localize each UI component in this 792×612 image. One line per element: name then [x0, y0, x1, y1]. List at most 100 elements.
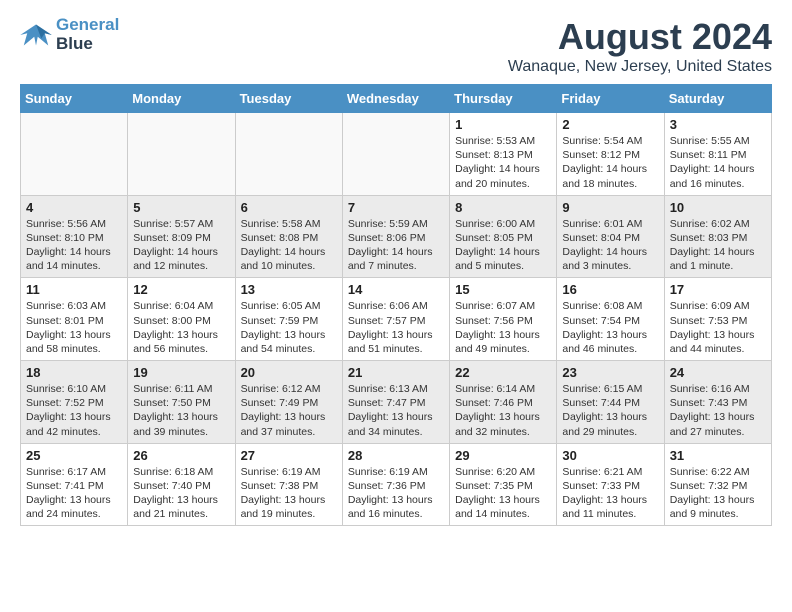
day-number: 11 — [26, 282, 122, 297]
logo-bird-icon — [20, 21, 52, 49]
calendar-row-4: 18 Sunrise: 6:10 AMSunset: 7:52 PMDayligh… — [21, 361, 772, 444]
day-info: Sunrise: 6:10 AMSunset: 7:52 PMDaylight:… — [26, 382, 122, 439]
calendar-cell: 23Sunrise: 6:15 AMSunset: 7:44 PMDayligh… — [557, 361, 664, 444]
day-info: Sunrise: 6:17 AMSunset: 7:41 PMDaylight:… — [26, 465, 122, 522]
day-info: Sunrise: 6:14 AMSunset: 7:46 PMDaylight:… — [455, 382, 551, 439]
day-number: 17 — [670, 282, 766, 297]
day-info: Sunrise: 6:01 AMSunset: 8:04 PMDaylight:… — [562, 217, 658, 274]
calendar-cell: 9Sunrise: 6:01 AMSunset: 8:04 PMDaylight… — [557, 195, 664, 278]
calendar-row-2: 4 Sunrise: 5:56 AMSunset: 8:10 PMDaylight… — [21, 195, 772, 278]
weekday-header-friday: Friday — [557, 85, 664, 113]
day-number: 28 — [348, 448, 444, 463]
day-number: 18 — [26, 365, 122, 380]
calendar-cell: 31 Sunrise: 6:22 AMSunset: 7:32 PMDayligh… — [664, 443, 771, 526]
day-info: Sunrise: 5:53 AMSunset: 8:13 PMDaylight:… — [455, 134, 551, 191]
day-info: Sunrise: 5:56 AMSunset: 8:10 PMDaylight:… — [26, 217, 122, 274]
day-info: Sunrise: 6:16 AMSunset: 7:43 PMDaylight:… — [670, 382, 766, 439]
day-info: Sunrise: 5:58 AMSunset: 8:08 PMDaylight:… — [241, 217, 337, 274]
calendar-cell: 16 Sunrise: 6:08 AMSunset: 7:54 PMDayligh… — [557, 278, 664, 361]
day-number: 5 — [133, 200, 229, 215]
day-number: 14 — [348, 282, 444, 297]
calendar-cell: 2Sunrise: 5:54 AMSunset: 8:12 PMDaylight… — [557, 113, 664, 196]
day-info: Sunrise: 6:13 AMSunset: 7:47 PMDaylight:… — [348, 382, 444, 439]
day-number: 12 — [133, 282, 229, 297]
calendar-cell: 10 Sunrise: 6:02 AMSunset: 8:03 PMDayligh… — [664, 195, 771, 278]
weekday-header-tuesday: Tuesday — [235, 85, 342, 113]
day-number: 13 — [241, 282, 337, 297]
day-info: Sunrise: 6:19 AMSunset: 7:38 PMDaylight:… — [241, 465, 337, 522]
day-info: Sunrise: 6:15 AMSunset: 7:44 PMDaylight:… — [562, 382, 658, 439]
calendar-cell: 27 Sunrise: 6:19 AMSunset: 7:38 PMDayligh… — [235, 443, 342, 526]
calendar-cell: 26Sunrise: 6:18 AMSunset: 7:40 PMDayligh… — [128, 443, 235, 526]
day-number: 10 — [670, 200, 766, 215]
month-title: August 2024 — [508, 16, 772, 58]
calendar-cell: 25 Sunrise: 6:17 AMSunset: 7:41 PMDayligh… — [21, 443, 128, 526]
calendar-row-5: 25 Sunrise: 6:17 AMSunset: 7:41 PMDayligh… — [21, 443, 772, 526]
calendar-cell: 7 Sunrise: 5:59 AMSunset: 8:06 PMDaylight… — [342, 195, 449, 278]
day-number: 8 — [455, 200, 551, 215]
calendar-cell: 30Sunrise: 6:21 AMSunset: 7:33 PMDayligh… — [557, 443, 664, 526]
day-info: Sunrise: 6:08 AMSunset: 7:54 PMDaylight:… — [562, 299, 658, 356]
calendar-cell: 29Sunrise: 6:20 AMSunset: 7:35 PMDayligh… — [450, 443, 557, 526]
calendar-cell: 4 Sunrise: 5:56 AMSunset: 8:10 PMDaylight… — [21, 195, 128, 278]
location-title: Wanaque, New Jersey, United States — [508, 58, 772, 76]
day-info: Sunrise: 6:12 AMSunset: 7:49 PMDaylight:… — [241, 382, 337, 439]
calendar-cell: 24Sunrise: 6:16 AMSunset: 7:43 PMDayligh… — [664, 361, 771, 444]
calendar-cell: 22 Sunrise: 6:14 AMSunset: 7:46 PMDayligh… — [450, 361, 557, 444]
calendar-cell: 6 Sunrise: 5:58 AMSunset: 8:08 PMDaylight… — [235, 195, 342, 278]
calendar-cell — [235, 113, 342, 196]
calendar-row-1: 1 Sunrise: 5:53 AMSunset: 8:13 PMDaylight… — [21, 113, 772, 196]
day-number: 16 — [562, 282, 658, 297]
calendar-cell: 20Sunrise: 6:12 AMSunset: 7:49 PMDayligh… — [235, 361, 342, 444]
day-info: Sunrise: 6:06 AMSunset: 7:57 PMDaylight:… — [348, 299, 444, 356]
day-number: 1 — [455, 117, 551, 132]
weekday-header-monday: Monday — [128, 85, 235, 113]
day-number: 21 — [348, 365, 444, 380]
calendar-cell: 19 Sunrise: 6:11 AMSunset: 7:50 PMDayligh… — [128, 361, 235, 444]
weekday-header-wednesday: Wednesday — [342, 85, 449, 113]
day-number: 7 — [348, 200, 444, 215]
day-info: Sunrise: 5:59 AMSunset: 8:06 PMDaylight:… — [348, 217, 444, 274]
day-info: Sunrise: 6:11 AMSunset: 7:50 PMDaylight:… — [133, 382, 229, 439]
calendar-cell: 13 Sunrise: 6:05 AMSunset: 7:59 PMDayligh… — [235, 278, 342, 361]
logo-line2: Blue — [56, 34, 93, 53]
day-info: Sunrise: 6:20 AMSunset: 7:35 PMDaylight:… — [455, 465, 551, 522]
day-number: 31 — [670, 448, 766, 463]
calendar-cell: 28 Sunrise: 6:19 AMSunset: 7:36 PMDayligh… — [342, 443, 449, 526]
day-info: Sunrise: 5:54 AMSunset: 8:12 PMDaylight:… — [562, 134, 658, 191]
calendar-cell: 17 Sunrise: 6:09 AMSunset: 7:53 PMDayligh… — [664, 278, 771, 361]
day-info: Sunrise: 6:03 AMSunset: 8:01 PMDaylight:… — [26, 299, 122, 356]
calendar-row-3: 11 Sunrise: 6:03 AMSunset: 8:01 PMDayligh… — [21, 278, 772, 361]
day-number: 4 — [26, 200, 122, 215]
calendar-cell: 5Sunrise: 5:57 AMSunset: 8:09 PMDaylight… — [128, 195, 235, 278]
day-number: 25 — [26, 448, 122, 463]
page-header: General Blue August 2024 Wanaque, New Je… — [20, 16, 772, 76]
calendar-table: SundayMondayTuesdayWednesdayThursdayFrid… — [20, 84, 772, 526]
day-info: Sunrise: 6:22 AMSunset: 7:32 PMDaylight:… — [670, 465, 766, 522]
logo-text: General Blue — [56, 16, 119, 53]
day-info: Sunrise: 6:07 AMSunset: 7:56 PMDaylight:… — [455, 299, 551, 356]
calendar-cell — [21, 113, 128, 196]
day-info: Sunrise: 6:02 AMSunset: 8:03 PMDaylight:… — [670, 217, 766, 274]
day-number: 3 — [670, 117, 766, 132]
day-info: Sunrise: 6:09 AMSunset: 7:53 PMDaylight:… — [670, 299, 766, 356]
day-number: 19 — [133, 365, 229, 380]
logo: General Blue — [20, 16, 119, 53]
calendar-cell: 14 Sunrise: 6:06 AMSunset: 7:57 PMDayligh… — [342, 278, 449, 361]
day-number: 15 — [455, 282, 551, 297]
day-number: 6 — [241, 200, 337, 215]
day-info: Sunrise: 6:19 AMSunset: 7:36 PMDaylight:… — [348, 465, 444, 522]
day-info: Sunrise: 6:00 AMSunset: 8:05 PMDaylight:… — [455, 217, 551, 274]
calendar-cell: 15 Sunrise: 6:07 AMSunset: 7:56 PMDayligh… — [450, 278, 557, 361]
day-number: 27 — [241, 448, 337, 463]
calendar-cell: 1 Sunrise: 5:53 AMSunset: 8:13 PMDaylight… — [450, 113, 557, 196]
day-info: Sunrise: 6:05 AMSunset: 7:59 PMDaylight:… — [241, 299, 337, 356]
title-block: August 2024 Wanaque, New Jersey, United … — [508, 16, 772, 76]
calendar-header-row: SundayMondayTuesdayWednesdayThursdayFrid… — [21, 85, 772, 113]
calendar-cell — [128, 113, 235, 196]
day-number: 22 — [455, 365, 551, 380]
calendar-cell: 11 Sunrise: 6:03 AMSunset: 8:01 PMDayligh… — [21, 278, 128, 361]
calendar-cell: 18 Sunrise: 6:10 AMSunset: 7:52 PMDayligh… — [21, 361, 128, 444]
calendar-cell: 8 Sunrise: 6:00 AMSunset: 8:05 PMDaylight… — [450, 195, 557, 278]
day-info: Sunrise: 6:04 AMSunset: 8:00 PMDaylight:… — [133, 299, 229, 356]
